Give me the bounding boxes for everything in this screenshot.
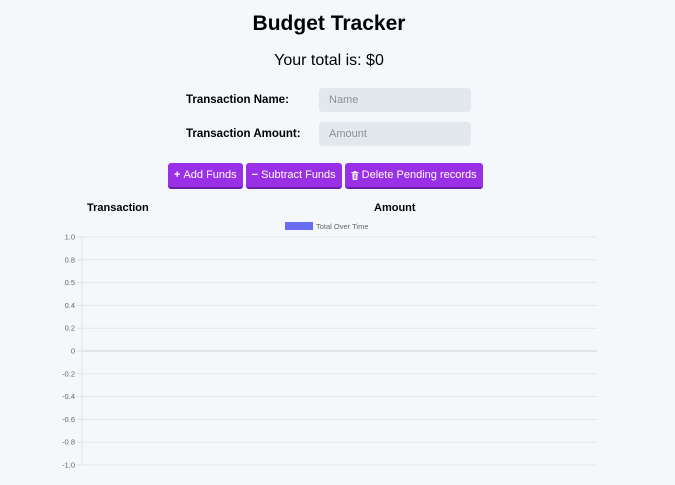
y-tick-label: 0.2: [65, 324, 75, 333]
y-tick-label: -0.6: [62, 415, 75, 424]
legend-swatch: [285, 222, 313, 230]
add-funds-button[interactable]: + Add Funds: [168, 163, 243, 189]
plus-icon: +: [174, 168, 181, 181]
y-tick-label: 0.8: [65, 255, 75, 264]
transaction-amount-label: Transaction Amount:: [186, 128, 301, 140]
page-title: Budget Tracker: [252, 12, 406, 35]
transaction-name-label: Transaction Name:: [186, 94, 289, 106]
budget-tracker-page: Budget Tracker Your total is: $0 Transac…: [0, 0, 675, 485]
y-tick-label: 0.5: [65, 278, 75, 287]
action-buttons: + Add Funds − Subtract Funds Delete Pend…: [168, 163, 483, 189]
transaction-name-row: Transaction Name:: [186, 88, 471, 112]
y-tick-label: -0.4: [62, 392, 75, 401]
table-header-amount: Amount: [374, 202, 416, 214]
minus-icon: −: [251, 168, 259, 181]
y-tick-label: -0.8: [62, 438, 75, 447]
y-tick-label: 0.4: [65, 301, 75, 310]
total-display: Your total is: $0: [274, 52, 384, 69]
total-over-time-chart: Total Over Time 1.0 0.8 0.5 0.4 0.2 0 -0.2 -0.4 -…: [0, 215, 675, 485]
delete-pending-label: Delete Pending records: [361, 169, 477, 181]
y-tick-label: 1.0: [65, 233, 75, 242]
legend-label: Total Over Time: [316, 222, 369, 231]
subtract-funds-button[interactable]: − Subtract Funds: [245, 163, 342, 189]
transaction-name-input[interactable]: [319, 88, 471, 112]
subtract-funds-label: Subtract Funds: [261, 169, 336, 181]
delete-pending-button[interactable]: Delete Pending records: [344, 163, 483, 189]
chart-svg: Total Over Time 1.0 0.8 0.5 0.4 0.2 0 -0.2 -0.4 -…: [62, 222, 597, 470]
y-tick-label: -0.2: [62, 369, 75, 378]
transaction-amount-row: Transaction Amount:: [186, 122, 471, 146]
y-tick-label: 0: [71, 347, 75, 356]
add-funds-label: Add Funds: [183, 169, 237, 181]
transaction-amount-input[interactable]: [319, 122, 471, 146]
table-header-transaction: Transaction: [87, 202, 149, 214]
trash-icon: [351, 170, 359, 180]
y-tick-label: -1.0: [62, 461, 75, 470]
